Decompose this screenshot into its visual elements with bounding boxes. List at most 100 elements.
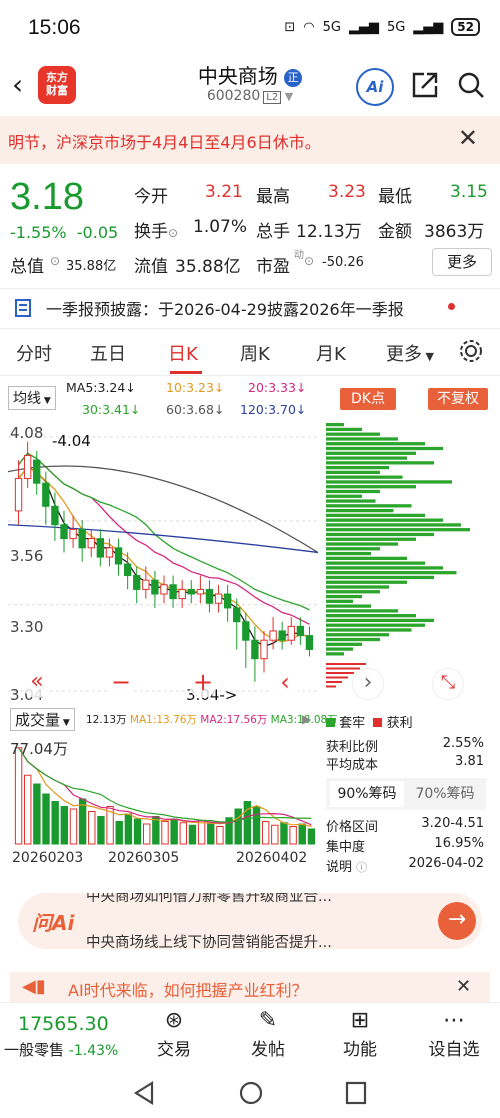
tab-90-chip[interactable]: 90%筹码 — [330, 781, 404, 807]
chip-bar — [326, 537, 416, 541]
search-icon[interactable] — [456, 70, 486, 100]
tab-70-chip[interactable]: 70%筹码 — [408, 781, 482, 807]
chart-tabs: 分时 五日 日K 周K 月K 更多 ▼ — [0, 328, 500, 376]
chip-bar — [326, 604, 371, 608]
high-label: 最高 — [256, 187, 290, 207]
float-label: 流值 — [134, 257, 168, 277]
chip-bar — [326, 590, 380, 594]
chip-bar — [326, 637, 380, 642]
tab-weekly-k[interactable]: 周K — [240, 340, 270, 366]
signal-5g-2: 5G — [386, 19, 406, 35]
candle-body — [278, 630, 286, 641]
chip-profit-bar — [326, 667, 360, 670]
expand-icon[interactable]: ⤡ — [432, 668, 464, 700]
stock-name: 中央商场 — [197, 64, 278, 88]
volume-bar — [280, 822, 288, 845]
tab-five-day[interactable]: 五日 — [90, 340, 126, 366]
chip-bar — [326, 561, 425, 565]
ma120-value: 120:3.70↓ — [240, 402, 307, 417]
high-annotation: -4.04 — [52, 432, 91, 450]
prev-button[interactable]: ‹ — [270, 668, 300, 698]
unread-dot — [448, 303, 455, 310]
volume-label: 总手 — [256, 222, 290, 242]
stock-badge: 正 — [284, 68, 303, 87]
candle-body — [151, 579, 159, 595]
candle-body — [142, 579, 150, 590]
zoom-in-button[interactable]: + — [188, 668, 218, 698]
ai-qa-banner[interactable]: 问Ai 中央商场如何借力新零售升级商业合... 中央商场线上线下协同营销能否提升… — [18, 893, 482, 949]
report-banner[interactable]: 一季报预披露：于2026-04-29披露2026年一季报 — [0, 288, 500, 327]
more-button[interactable]: 更多 — [432, 248, 492, 276]
volume-max-label: 77.04万 — [10, 740, 68, 758]
chip-bar — [326, 499, 376, 503]
candle-body — [223, 593, 232, 609]
promo-banner[interactable]: ◀▮ AI时代来临，如何把握产业红利？ ✕ — [10, 972, 490, 1002]
ma30-value: 30:3.41↓ — [82, 402, 141, 417]
volume-bar — [234, 808, 242, 845]
edit-icon: ✎ — [258, 1008, 278, 1033]
volume-scroll-icon[interactable]: ▶ — [302, 712, 311, 726]
note-row[interactable]: 说明 ⓘ 2026-04-02 — [326, 856, 484, 875]
nav-trade[interactable]: ⊛ 交易 — [152, 1007, 196, 1060]
pe-value: -50.26 — [322, 255, 364, 270]
system-back-icon[interactable] — [132, 1080, 156, 1106]
arrow-right-icon[interactable]: → — [438, 902, 476, 940]
no-adjust-button[interactable]: 不复权 — [428, 388, 488, 410]
chip-bar — [326, 456, 407, 460]
tab-monthly-k[interactable]: 月K — [316, 340, 346, 366]
chip-bar — [326, 571, 457, 575]
volume-bar — [42, 793, 50, 845]
ma-selector[interactable]: 均线 ▼ — [8, 386, 56, 410]
chip-profit-bar — [326, 685, 336, 688]
close-icon[interactable]: ✕ — [458, 124, 478, 152]
candle-body — [196, 588, 205, 595]
megaphone-icon: ◀▮ — [22, 976, 46, 997]
chip-bar — [326, 551, 371, 556]
candle-body — [69, 528, 77, 540]
settings-icon[interactable] — [458, 338, 484, 364]
chip-bar — [326, 485, 416, 489]
system-recent-icon[interactable] — [344, 1080, 368, 1106]
chip-next-button[interactable]: › — [352, 668, 384, 700]
volume-bar — [69, 808, 78, 845]
candle-body — [205, 588, 214, 604]
candle-body — [87, 538, 95, 549]
ma5-value: MA5:3.24↓ — [66, 380, 136, 395]
high-value: 3.23 — [328, 182, 366, 202]
info-icon-2: ⊙ — [304, 254, 315, 268]
status-icons: ⊡ ◠ 5G ▂▄▆ 5G ▂▄▆ 52 — [284, 18, 480, 36]
chip-bar — [326, 585, 389, 589]
candle-body — [78, 528, 86, 549]
nav-post[interactable]: ✎ 发帖 — [246, 1007, 290, 1060]
stock-code: 600280 — [206, 88, 261, 104]
candle-body — [251, 639, 259, 660]
volume-bar — [88, 811, 96, 845]
tab-daily-k[interactable]: 日K — [168, 340, 198, 366]
chip-bar — [326, 465, 389, 470]
volume-selector[interactable]: 成交量 ▼ — [10, 708, 75, 731]
candle-body — [233, 607, 241, 623]
change-amount: -0.05 — [76, 223, 119, 242]
ai-button[interactable]: Ai — [356, 68, 394, 106]
system-home-icon[interactable] — [238, 1080, 264, 1106]
tab-intraday[interactable]: 分时 — [16, 340, 52, 366]
index-row[interactable]: 一般零售 -1.43% — [4, 1039, 118, 1060]
avg-cost-row: 平均成本 3.81 — [326, 754, 484, 773]
promo-close-icon[interactable]: ✕ — [456, 976, 471, 997]
index-change: -1.43% — [68, 1043, 119, 1059]
index-name: 一般零售 — [4, 1041, 65, 1059]
candle-body — [51, 505, 59, 526]
nav-watchlist[interactable]: ⋯ 设自选 — [424, 1007, 484, 1060]
index-value[interactable]: 17565.30 — [18, 1013, 109, 1035]
dk-point-button[interactable]: DK点 — [340, 388, 396, 410]
share-icon[interactable] — [410, 70, 440, 100]
nav-functions[interactable]: ⊞ 功能 — [338, 1007, 382, 1060]
tab-more[interactable]: 更多 ▼ — [386, 340, 434, 366]
zoom-out-button[interactable]: − — [106, 668, 136, 698]
chip-legend: 套牢 获利 — [326, 712, 484, 731]
signal-5g-1: 5G — [322, 19, 341, 35]
kline-chart[interactable] — [8, 423, 318, 705]
chip-bar — [326, 432, 380, 436]
scroll-left-button[interactable]: « — [22, 668, 52, 698]
pe-superscript: 动 — [294, 250, 304, 261]
